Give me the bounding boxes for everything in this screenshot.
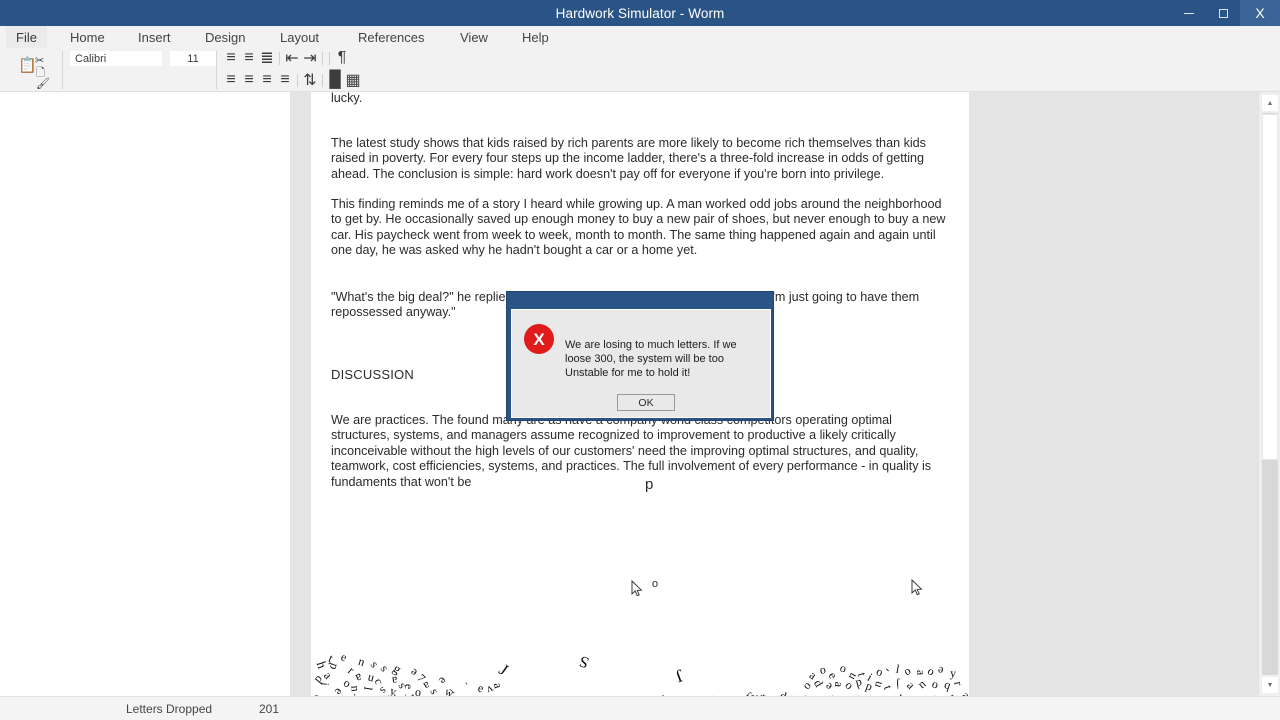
divider	[297, 73, 298, 87]
tab-help[interactable]: Help	[522, 26, 549, 48]
dialog-message: We are losing to much letters. If we loo…	[565, 339, 737, 379]
tab-file[interactable]: File	[6, 26, 47, 48]
minimize-button[interactable]	[1172, 0, 1206, 26]
align-right-icon[interactable]: ≡	[258, 71, 276, 89]
divider	[322, 51, 323, 65]
font-size-input[interactable]: 11	[170, 51, 216, 66]
window-controls: X	[1172, 0, 1280, 26]
bullet-list-icon[interactable]: ≡	[222, 49, 240, 67]
mouse-cursor-icon	[911, 578, 923, 597]
minimize-icon	[1184, 12, 1194, 14]
align-center-icon[interactable]: ≡	[240, 71, 258, 89]
tab-view[interactable]: View	[460, 26, 488, 48]
align-left-icon[interactable]: ≡	[222, 71, 240, 89]
line-spacing-icon[interactable]: ⇅	[301, 71, 319, 89]
clipboard-group: 📋 ✂ 🗋 🖌	[8, 50, 60, 90]
justify-icon[interactable]: ≡	[276, 71, 294, 89]
dialog-body: X We are losing to much letters. If we l…	[511, 309, 771, 418]
status-bar: Letters Dropped 201	[0, 696, 1280, 720]
maximize-icon	[1218, 8, 1228, 18]
close-icon: X	[1255, 5, 1265, 21]
group-divider-1	[62, 51, 63, 89]
error-dialog: X We are losing to much letters. If we l…	[506, 291, 774, 421]
letters-dropped-label: Letters Dropped	[126, 701, 213, 716]
ribbon-tabs: File Home Insert Design Layout Reference…	[0, 26, 1280, 48]
pilcrow-icon[interactable]: ¶	[333, 49, 351, 67]
divider	[329, 51, 330, 65]
ribbon: File Home Insert Design Layout Reference…	[0, 26, 1280, 92]
divider	[322, 73, 323, 87]
shading-icon[interactable]: █	[326, 71, 344, 89]
tab-layout[interactable]: Layout	[280, 26, 319, 48]
window-titlebar: Hardwork Simulator - Worm X	[0, 0, 1280, 26]
borders-icon[interactable]: ▦	[344, 71, 362, 89]
tab-home[interactable]: Home	[70, 26, 105, 48]
mouse-cursor-icon	[631, 579, 643, 598]
vertical-scrollbar[interactable]: ▲ ▼	[1258, 92, 1280, 696]
paragraph-row-1: ≡ ≡ ≣ ⇤ ⇥ ¶	[222, 49, 351, 67]
close-button[interactable]: X	[1240, 0, 1280, 26]
scroll-up-button[interactable]: ▲	[1262, 95, 1278, 111]
scroll-down-button[interactable]: ▼	[1262, 677, 1278, 693]
tab-references[interactable]: References	[358, 26, 424, 48]
group-divider-2	[216, 51, 217, 89]
decrease-indent-icon[interactable]: ⇤	[283, 49, 301, 67]
paste-icon[interactable]: 📋	[18, 58, 37, 73]
paragraph-row-2: ≡ ≡ ≡ ≡ ⇅ █ ▦	[222, 71, 362, 89]
numbered-list-icon[interactable]: ≡	[240, 49, 258, 67]
maximize-button[interactable]	[1206, 0, 1240, 26]
letters-dropped-value: 201	[259, 701, 280, 716]
dialog-titlebar[interactable]	[507, 292, 773, 309]
tab-insert[interactable]: Insert	[138, 26, 171, 48]
ok-button[interactable]: OK	[617, 394, 675, 411]
format-painter-icon[interactable]: 🖌	[36, 79, 50, 90]
multilevel-list-icon[interactable]: ≣	[258, 49, 276, 67]
app-window: Hardwork Simulator - Worm X File Home In…	[0, 0, 1280, 720]
cut-icon[interactable]: ✂	[35, 56, 44, 67]
paragraph-group: ≡ ≡ ≣ ⇤ ⇥ ¶ ≡ ≡ ≡ ≡ ⇅ █ ▦	[222, 48, 362, 92]
font-name-input[interactable]: Calibri	[70, 51, 162, 66]
scrollbar-thumb[interactable]	[1262, 114, 1278, 460]
error-icon-glyph: X	[533, 329, 545, 349]
window-title: Hardwork Simulator - Worm	[555, 5, 725, 21]
error-icon: X	[524, 324, 554, 354]
tab-design[interactable]: Design	[205, 26, 245, 48]
divider	[279, 51, 280, 65]
ribbon-body: 📋 ✂ 🗋 🖌 Calibri 11 ≡ ≡ ≣ ⇤ ⇥ ¶ ≡ ≡ ≡ ≡ ⇅…	[0, 48, 1280, 92]
increase-indent-icon[interactable]: ⇥	[301, 49, 319, 67]
